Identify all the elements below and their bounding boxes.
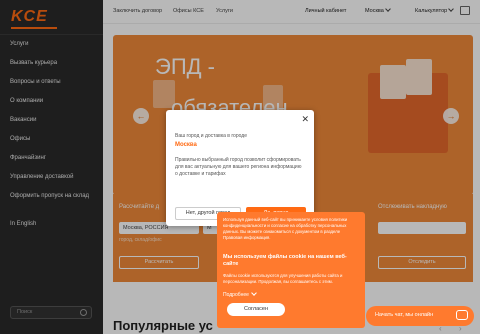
city-name: Москва	[175, 142, 197, 148]
city-description: Правильно выбранный город позволит сформ…	[175, 157, 302, 177]
chat-widget-button[interactable]: Начать чат, мы онлайн	[366, 306, 474, 326]
cookie-secondary-text: Файлы cookie используются для улучшения …	[223, 273, 343, 284]
cookie-more-label: Подробнее	[223, 292, 249, 298]
city-question: Ваш город и доставка в городе	[175, 133, 247, 139]
cookie-accept-button[interactable]: Согласен	[227, 303, 285, 316]
chat-label: Начать чат, мы онлайн	[375, 312, 434, 318]
cookie-heading: Мы используем файлы cookie на нашем веб-…	[223, 254, 347, 267]
chevron-down-icon	[251, 290, 258, 296]
cookie-more-link[interactable]: Подробнее	[223, 290, 258, 298]
cookie-consent-panel: Используя данный веб-сайт вы принимаете …	[217, 212, 365, 328]
chat-bubble-icon	[456, 310, 468, 320]
cookie-policy-text: Используя данный веб-сайт вы принимаете …	[223, 217, 348, 240]
city-confirm-modal: ✕ Ваш город и доставка в городе Москва П…	[166, 110, 314, 226]
close-icon[interactable]: ✕	[301, 114, 309, 125]
